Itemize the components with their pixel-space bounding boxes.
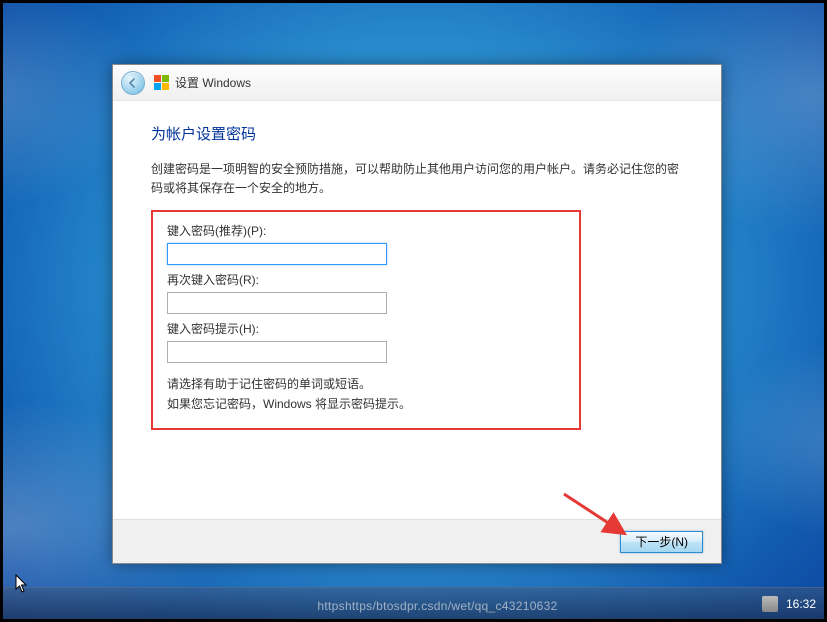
dialog-footer: 下一步(N) <box>113 519 721 563</box>
hint-help-line1: 请选择有助于记住密码的单词或短语。 <box>167 375 565 394</box>
page-description: 创建密码是一项明智的安全预防措施，可以帮助防止其他用户访问您的用户帐户。请务必记… <box>151 160 683 198</box>
back-button[interactable] <box>121 71 145 95</box>
taskbar: httpshttps/btosdpr.csdn/wet/qq_c43210632… <box>3 587 824 619</box>
dialog-header: 设置 Windows <box>113 65 721 101</box>
password-label: 键入密码(推荐)(P): <box>167 222 565 239</box>
password-hint-input[interactable] <box>167 341 387 363</box>
hint-help-text: 请选择有助于记住密码的单词或短语。 如果您忘记密码，Windows 将显示密码提… <box>167 375 565 413</box>
network-icon[interactable] <box>762 596 778 612</box>
dialog-header-title: 设置 Windows <box>175 74 251 91</box>
setup-dialog: 设置 Windows 为帐户设置密码 创建密码是一项明智的安全预防措施，可以帮助… <box>112 64 722 564</box>
dialog-body: 为帐户设置密码 创建密码是一项明智的安全预防措施，可以帮助防止其他用户访问您的用… <box>113 101 721 430</box>
hint-help-line2: 如果您忘记密码，Windows 将显示密码提示。 <box>167 395 565 414</box>
password-input[interactable] <box>167 243 387 265</box>
confirm-password-label: 再次键入密码(R): <box>167 271 565 288</box>
desktop-background: 设置 Windows 为帐户设置密码 创建密码是一项明智的安全预防措施，可以帮助… <box>3 3 824 619</box>
form-highlight-box: 键入密码(推荐)(P): 再次键入密码(R): 键入密码提示(H): 请选择有助… <box>151 210 581 429</box>
watermark-text: httpshttps/btosdpr.csdn/wet/qq_c43210632 <box>317 599 557 613</box>
windows-logo-icon <box>153 75 169 91</box>
taskbar-clock: 16:32 <box>786 597 816 611</box>
confirm-password-input[interactable] <box>167 292 387 314</box>
next-button[interactable]: 下一步(N) <box>620 531 703 553</box>
password-hint-label: 键入密码提示(H): <box>167 320 565 337</box>
page-title: 为帐户设置密码 <box>151 123 683 144</box>
